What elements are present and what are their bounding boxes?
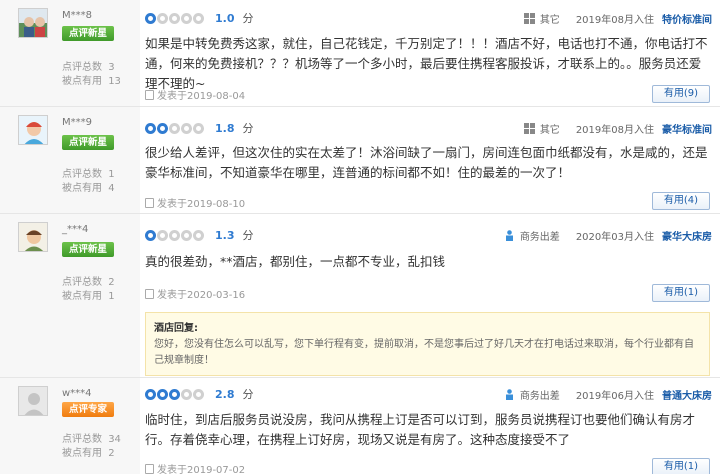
- reviewer-badge: 点评新星: [62, 242, 114, 257]
- reviewer-badge: 点评专家: [62, 402, 114, 417]
- review-count: 点评总数 3: [62, 62, 115, 73]
- checkin-date: 2019年08月入住: [575, 124, 654, 136]
- score-circle-icon: [181, 229, 192, 241]
- review-count: 点评总数 1: [62, 169, 115, 180]
- grid-icon: [523, 12, 535, 24]
- score-circle-icon: [181, 122, 192, 134]
- score-circle-icon: [157, 122, 168, 134]
- score-circle-icon: [169, 122, 180, 134]
- post-date: 发表于2019-08-04: [145, 87, 245, 102]
- trip-type: 商务出差: [519, 390, 560, 402]
- post-date: 发表于2020-03-16: [145, 286, 245, 301]
- useful-count: 被点有用 1: [62, 291, 115, 302]
- score-row: 1.8 分: [145, 121, 254, 135]
- review-text: 很少给人差评，但这次住的实在太差了！沐浴间缺了一扇门，房间连包面巾纸都没有，水是…: [145, 145, 708, 180]
- useful-button[interactable]: 有用(9): [652, 85, 710, 103]
- score-circle-icon: [181, 388, 192, 400]
- score-circle-icon: [193, 12, 204, 24]
- review-text: 真的很差劲，**酒店，都别住，一点都不专业，乱扣钱: [145, 254, 446, 269]
- room-type-link[interactable]: 普通大床房: [662, 387, 712, 402]
- document-icon: [145, 89, 154, 100]
- score-circle-icon: [181, 12, 192, 24]
- reviewer-badge: 点评新星: [62, 135, 114, 150]
- score-row: 1.3 分: [145, 228, 254, 242]
- useful-button[interactable]: 有用(1): [652, 458, 710, 474]
- post-date: 发表于2019-08-10: [145, 195, 245, 210]
- room-type-link[interactable]: 豪华大床房: [662, 228, 712, 243]
- review-item: M***9 点评新星 点评总数 1 被点有用 4 1.8 分 其它 2019年0…: [0, 107, 720, 214]
- score-unit: 分: [242, 229, 254, 242]
- reply-text: 您好，您没有住怎么可以乱写，您下单行程有变，提前取消，不是您事后过了好几天才在打…: [154, 339, 694, 366]
- score-unit: 分: [242, 122, 254, 135]
- trip-type: 其它: [539, 124, 560, 136]
- review-count: 点评总数 34: [62, 434, 121, 445]
- score-circle-icon: [157, 388, 168, 400]
- username: w***4: [62, 388, 92, 399]
- hotel-reply: 酒店回复: 您好，您没有住怎么可以乱写，您下单行程有变，提前取消，不是您事后过了…: [145, 312, 710, 376]
- score-circle-icon: [145, 388, 156, 400]
- score-circle-icon: [157, 229, 168, 241]
- reviewer-panel: w***4 点评专家 点评总数 34 被点有用 2: [0, 378, 140, 474]
- score-value: 1.0: [215, 11, 235, 25]
- score-circle-icon: [145, 12, 156, 24]
- review-text: 如果是中转免费秀这家，就住，自己花钱定，千万别定了！！！酒店不好，电话也打不通，…: [145, 36, 708, 91]
- useful-count: 被点有用 4: [62, 183, 115, 194]
- username: _***4: [62, 224, 89, 235]
- score-circle-icon: [193, 122, 204, 134]
- document-icon: [145, 197, 154, 208]
- reply-title: 酒店回复:: [154, 323, 198, 334]
- score-row: 1.0 分: [145, 11, 254, 25]
- trip-type: 商务出差: [519, 231, 560, 243]
- reviewer-panel: _***4 点评新星 点评总数 2 被点有用 1: [0, 214, 140, 377]
- review-item: M***8 点评新星 点评总数 3 被点有用 13 1.0 分 其它 2019年…: [0, 0, 720, 107]
- useful-count: 被点有用 2: [62, 448, 115, 459]
- useful-count: 被点有用 13: [62, 76, 121, 87]
- review-meta: 商务出差 2020年03月入住 豪华大床房: [504, 228, 712, 243]
- avatar[interactable]: [18, 8, 48, 38]
- document-icon: [145, 288, 154, 299]
- score-circle-icon: [145, 122, 156, 134]
- score-circle-icon: [169, 229, 180, 241]
- score-circle-icon: [145, 229, 156, 241]
- score-circle-icon: [169, 12, 180, 24]
- document-icon: [145, 463, 154, 474]
- reviewer-panel: M***9 点评新星 点评总数 1 被点有用 4: [0, 107, 140, 213]
- room-type-link[interactable]: 豪华标准间: [662, 121, 712, 136]
- score-unit: 分: [242, 388, 254, 401]
- avatar[interactable]: [18, 115, 48, 145]
- trip-type: 其它: [539, 14, 560, 26]
- score-row: 2.8 分: [145, 387, 254, 401]
- post-date: 发表于2019-07-02: [145, 461, 245, 474]
- review-meta: 其它 2019年08月入住 特价标准间: [523, 11, 712, 26]
- person-tie-icon: [504, 388, 515, 400]
- reviewer-badge: 点评新星: [62, 26, 114, 41]
- room-type-link[interactable]: 特价标准间: [662, 11, 712, 26]
- score-unit: 分: [242, 12, 254, 25]
- score-value: 2.8: [215, 387, 235, 401]
- review-item: w***4 点评专家 点评总数 34 被点有用 2 2.8 分 商务出差 201…: [0, 378, 720, 474]
- username: M***8: [62, 10, 92, 21]
- review-meta: 其它 2019年08月入住 豪华标准间: [523, 121, 712, 136]
- score-circle-icon: [169, 388, 180, 400]
- person-tie-icon: [504, 229, 515, 241]
- avatar[interactable]: [18, 386, 48, 416]
- useful-button[interactable]: 有用(1): [652, 284, 710, 302]
- review-count: 点评总数 2: [62, 277, 115, 288]
- grid-icon: [523, 122, 535, 134]
- checkin-date: 2019年06月入住: [575, 390, 654, 402]
- score-circle-icon: [157, 12, 168, 24]
- score-value: 1.3: [215, 228, 235, 242]
- review-text: 临时住，到店后服务员说没房，我问从携程上订是否可以订到，服务员说携程订也要他们确…: [145, 412, 696, 447]
- useful-button[interactable]: 有用(4): [652, 192, 710, 210]
- score-circle-icon: [193, 388, 204, 400]
- review-meta: 商务出差 2019年06月入住 普通大床房: [504, 387, 712, 402]
- review-item: _***4 点评新星 点评总数 2 被点有用 1 1.3 分 商务出差 2020…: [0, 214, 720, 378]
- avatar[interactable]: [18, 222, 48, 252]
- username: M***9: [62, 117, 92, 128]
- checkin-date: 2020年03月入住: [575, 231, 654, 243]
- score-value: 1.8: [215, 121, 235, 135]
- score-circle-icon: [193, 229, 204, 241]
- reviewer-panel: M***8 点评新星 点评总数 3 被点有用 13: [0, 0, 140, 106]
- checkin-date: 2019年08月入住: [575, 14, 654, 26]
